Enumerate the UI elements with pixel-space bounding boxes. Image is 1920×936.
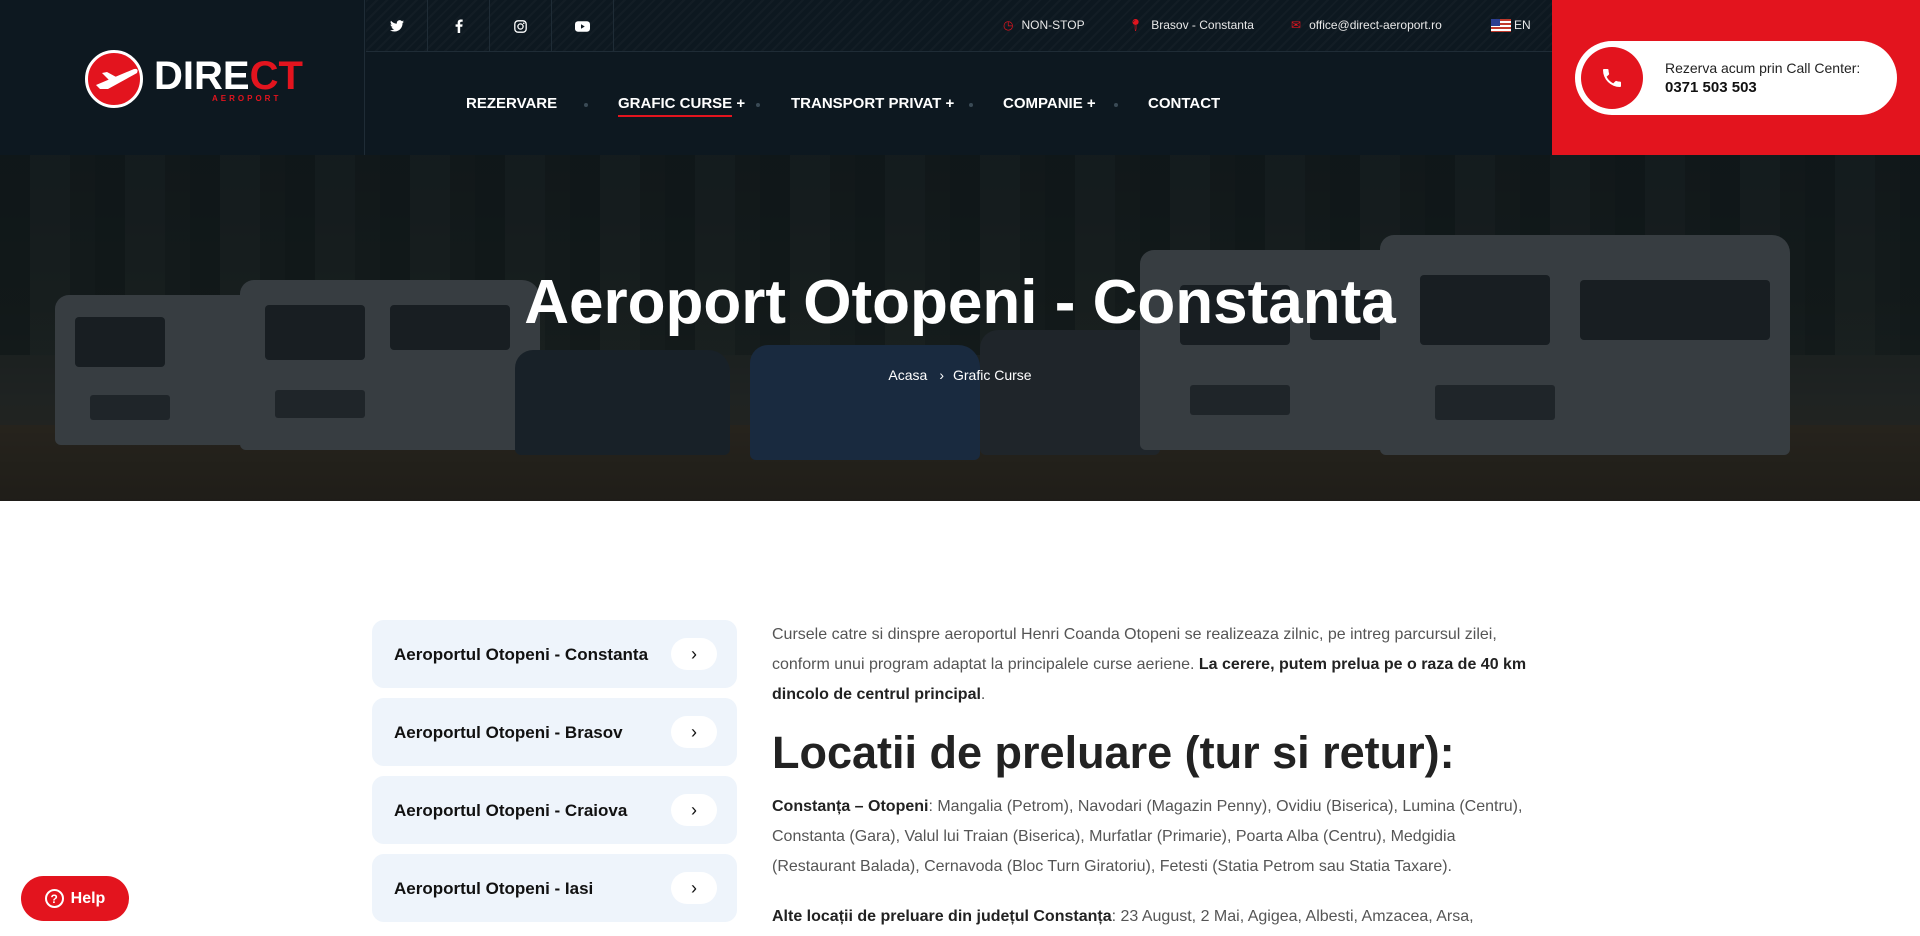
plus-icon: + (736, 95, 746, 112)
logo-subtitle: AEROPORT (212, 94, 282, 103)
main-nav: REZERVARE GRAFIC CURSE + TRANSPORT PRIVA… (366, 53, 1552, 155)
main-content: Cursele catre si dinspre aeroportul Henr… (772, 620, 1542, 936)
instagram-icon[interactable] (490, 0, 552, 52)
sidebar-item-otopeni-brasov[interactable]: Aeroportul Otopeni - Brasov › (372, 698, 737, 766)
nav-separator (584, 103, 588, 107)
nav-separator (969, 103, 973, 107)
plus-icon: + (945, 95, 955, 112)
sidebar-item-otopeni-iasi[interactable]: Aeroportul Otopeni - Iasi › (372, 854, 737, 922)
nav-grafic-curse[interactable]: GRAFIC CURSE + (618, 95, 746, 117)
plane-logo-icon (85, 50, 143, 108)
location-info: 📍︎ Brasov - Constanta (1128, 18, 1254, 32)
breadcrumb-home[interactable]: Acasa (888, 367, 927, 383)
intro-paragraph: Cursele catre si dinspre aeroportul Henr… (772, 626, 1527, 703)
site-header: DIRECT AEROPORT ◷ NON-STOP 📍︎ Brasov - C… (0, 0, 1920, 155)
hours-info: ◷ NON-STOP (1003, 18, 1085, 32)
pickup-locations-constanta: Constanța – Otopeni: Mangalia (Petrom), … (772, 798, 1523, 875)
chevron-right-icon: › (671, 872, 717, 904)
nav-separator (1114, 103, 1118, 107)
envelope-icon: ✉ (1291, 18, 1302, 32)
section-heading: Locatii de preluare (tur si retur): (772, 727, 1455, 778)
twitter-icon[interactable] (366, 0, 428, 52)
pickup-locations-county: Alte locații de preluare din județul Con… (772, 908, 1474, 925)
logo[interactable]: DIRECT AEROPORT (0, 0, 365, 155)
nav-rezervare[interactable]: REZERVARE (466, 95, 557, 112)
nav-companie[interactable]: COMPANIE + (1003, 95, 1096, 112)
logo-text: DIRECT (154, 54, 303, 98)
clock-icon: ◷ (1003, 18, 1014, 32)
email-link[interactable]: ✉ office@direct-aeroport.ro (1291, 18, 1442, 32)
call-center-number: 0371 503 503 (1665, 79, 1757, 96)
youtube-icon[interactable] (552, 0, 614, 52)
hero-banner: Aeroport Otopeni - Constanta Acasa › Grafi… (0, 155, 1920, 501)
sidebar-item-otopeni-constanta[interactable]: Aeroportul Otopeni - Constanta › (372, 620, 737, 688)
chevron-right-icon: › (939, 367, 944, 383)
chevron-right-icon: › (671, 638, 717, 670)
phone-icon (1581, 47, 1643, 109)
call-center-label: Rezerva acum prin Call Center: (1665, 60, 1861, 76)
help-button[interactable]: ? Help (21, 876, 129, 921)
us-flag-icon (1491, 18, 1511, 32)
chevron-right-icon: › (671, 794, 717, 826)
chevron-right-icon: › (671, 716, 717, 748)
facebook-icon[interactable] (428, 0, 490, 52)
nav-transport-privat[interactable]: TRANSPORT PRIVAT + (791, 95, 954, 112)
map-pin-icon: 📍︎ (1128, 18, 1144, 32)
page-title: Aeroport Otopeni - Constanta (524, 268, 1396, 337)
nav-separator (756, 103, 760, 107)
top-bar: ◷ NON-STOP 📍︎ Brasov - Constanta ✉ offic… (366, 0, 1552, 52)
sidebar-item-otopeni-craiova[interactable]: Aeroportul Otopeni - Craiova › (372, 776, 737, 844)
language-switcher[interactable]: EN (1491, 18, 1531, 32)
question-icon: ? (44, 889, 64, 908)
breadcrumb-current: Grafic Curse (953, 367, 1032, 383)
plus-icon: + (1086, 95, 1096, 112)
call-center-button[interactable]: Rezerva acum prin Call Center: 0371 503 … (1575, 41, 1897, 115)
nav-contact[interactable]: CONTACT (1148, 95, 1220, 112)
call-center-box: Rezerva acum prin Call Center: 0371 503 … (1552, 0, 1920, 155)
breadcrumb: Acasa › Grafic Curse (0, 367, 1920, 383)
